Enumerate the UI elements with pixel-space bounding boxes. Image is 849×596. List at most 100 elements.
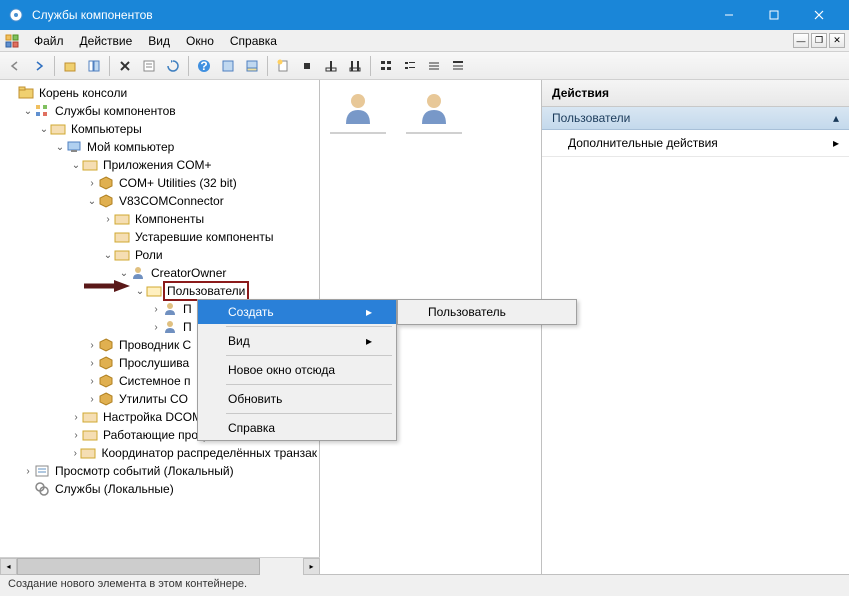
large-icons-button[interactable] (375, 55, 397, 77)
actions-more-actions[interactable]: Дополнительные действия ▸ (542, 130, 849, 157)
tree-users-highlighted[interactable]: ⌄Пользователи (6, 282, 319, 300)
expander-icon[interactable]: › (86, 376, 98, 387)
back-button[interactable] (4, 55, 26, 77)
expander-icon[interactable]: › (86, 358, 98, 369)
view-statusbar-button[interactable] (241, 55, 263, 77)
expander-icon[interactable]: ⌄ (86, 196, 98, 207)
menu-file[interactable]: Файл (26, 32, 72, 50)
actions-header: Действия (542, 80, 849, 107)
stop-button[interactable] (296, 55, 318, 77)
mdi-close-button[interactable]: ✕ (829, 33, 845, 48)
details-button[interactable] (447, 55, 469, 77)
menu-help[interactable]: Справка (222, 32, 285, 50)
context-refresh[interactable]: Обновить (198, 387, 396, 411)
tree-root[interactable]: Корень консоли (6, 84, 319, 102)
expander-icon[interactable]: › (70, 412, 82, 423)
expander-icon[interactable]: › (86, 340, 98, 351)
user-large-icon (416, 90, 452, 126)
expander-icon[interactable]: ⌄ (134, 286, 146, 297)
new-button[interactable] (272, 55, 294, 77)
menu-action[interactable]: Действие (72, 32, 141, 50)
context-create[interactable]: Создать ▸ (198, 300, 396, 324)
menu-separator (226, 384, 392, 385)
svg-text:?: ? (200, 59, 207, 73)
actions-section[interactable]: Пользователи ▴ (542, 107, 849, 130)
show-hide-tree-button[interactable] (83, 55, 105, 77)
small-icons-button[interactable] (399, 55, 421, 77)
expander-icon[interactable]: › (70, 430, 82, 441)
scroll-right-button[interactable]: ▸ (303, 558, 320, 575)
horizontal-scrollbar[interactable]: ◂ ▸ (0, 557, 320, 574)
tree-com-apps[interactable]: ⌄Приложения COM+ (6, 156, 319, 174)
tree-event-viewer[interactable]: ›Просмотр событий (Локальный) (6, 462, 319, 480)
scroll-left-button[interactable]: ◂ (0, 558, 17, 575)
expander-icon[interactable]: › (22, 466, 34, 477)
up-button[interactable] (59, 55, 81, 77)
extra-col1-button[interactable] (320, 55, 342, 77)
refresh-button[interactable] (162, 55, 184, 77)
scroll-thumb[interactable] (17, 558, 260, 575)
view-toolbar-button[interactable] (217, 55, 239, 77)
collapse-icon[interactable]: ▴ (833, 111, 839, 125)
expander-icon[interactable]: ⌄ (38, 124, 50, 135)
menu-separator (226, 413, 392, 414)
list-button[interactable] (423, 55, 445, 77)
tree-legacy[interactable]: Устаревшие компоненты (6, 228, 319, 246)
expander-icon[interactable]: › (150, 304, 162, 315)
context-view[interactable]: Вид ▸ (198, 329, 396, 353)
component-services-icon (4, 33, 20, 49)
close-button[interactable] (796, 0, 841, 30)
tree-computers[interactable]: ⌄Компьютеры (6, 120, 319, 138)
expander-icon[interactable]: › (70, 448, 80, 459)
context-help[interactable]: Справка (198, 416, 396, 440)
context-sub-user[interactable]: Пользователь (398, 300, 576, 324)
app-icon (8, 7, 24, 23)
toolbar: ? (0, 52, 849, 80)
package-icon (98, 193, 114, 209)
role-icon (130, 265, 146, 281)
expander-icon[interactable]: ⌄ (118, 268, 130, 279)
forward-button[interactable] (28, 55, 50, 77)
expander-icon[interactable]: › (102, 214, 114, 225)
tree-comp-services[interactable]: ⌄Службы компонентов (6, 102, 319, 120)
user-icon (162, 301, 178, 317)
list-user-item[interactable] (406, 90, 462, 134)
expander-icon[interactable]: ⌄ (22, 106, 34, 117)
statusbar: Создание нового элемента в этом контейне… (0, 574, 849, 596)
delete-button[interactable] (114, 55, 136, 77)
list-user-item[interactable] (330, 90, 386, 134)
tree-v83[interactable]: ⌄V83COMConnector (6, 192, 319, 210)
expander-icon[interactable]: › (150, 322, 162, 333)
mdi-restore-button[interactable]: ❐ (811, 33, 827, 48)
folder-icon (82, 427, 98, 443)
window-title: Службы компонентов (32, 8, 706, 22)
help-button[interactable]: ? (193, 55, 215, 77)
expander-icon[interactable]: ⌄ (54, 142, 66, 153)
tree-components[interactable]: ›Компоненты (6, 210, 319, 228)
tree-my-computer[interactable]: ⌄Мой компьютер (6, 138, 319, 156)
titlebar: Службы компонентов (0, 0, 849, 30)
chevron-right-icon: ▸ (833, 136, 839, 150)
folder-icon (82, 157, 98, 173)
tree-coordinator[interactable]: ›Координатор распределённых транзак (6, 444, 319, 462)
actions-panel: Действия Пользователи ▴ Дополнительные д… (542, 80, 849, 574)
tree-roles[interactable]: ⌄Роли (6, 246, 319, 264)
expander-icon[interactable]: ⌄ (70, 160, 82, 171)
tree-creator-owner[interactable]: ⌄CreatorOwner (6, 264, 319, 282)
minimize-button[interactable] (706, 0, 751, 30)
tree-services[interactable]: Службы (Локальные) (6, 480, 319, 498)
component-services-icon (34, 103, 50, 119)
mdi-minimize-button[interactable]: — (793, 33, 809, 48)
context-new-window[interactable]: Новое окно отсюда (198, 358, 396, 382)
maximize-button[interactable] (751, 0, 796, 30)
menu-window[interactable]: Окно (178, 32, 222, 50)
chevron-right-icon: ▸ (366, 334, 372, 348)
expander-icon[interactable]: › (86, 394, 98, 405)
menu-view[interactable]: Вид (140, 32, 178, 50)
expander-icon[interactable]: ⌄ (102, 250, 114, 261)
scroll-track[interactable] (17, 558, 303, 575)
tree-com-utils[interactable]: ›COM+ Utilities (32 bit) (6, 174, 319, 192)
properties-button[interactable] (138, 55, 160, 77)
expander-icon[interactable]: › (86, 178, 98, 189)
extra-col2-button[interactable] (344, 55, 366, 77)
